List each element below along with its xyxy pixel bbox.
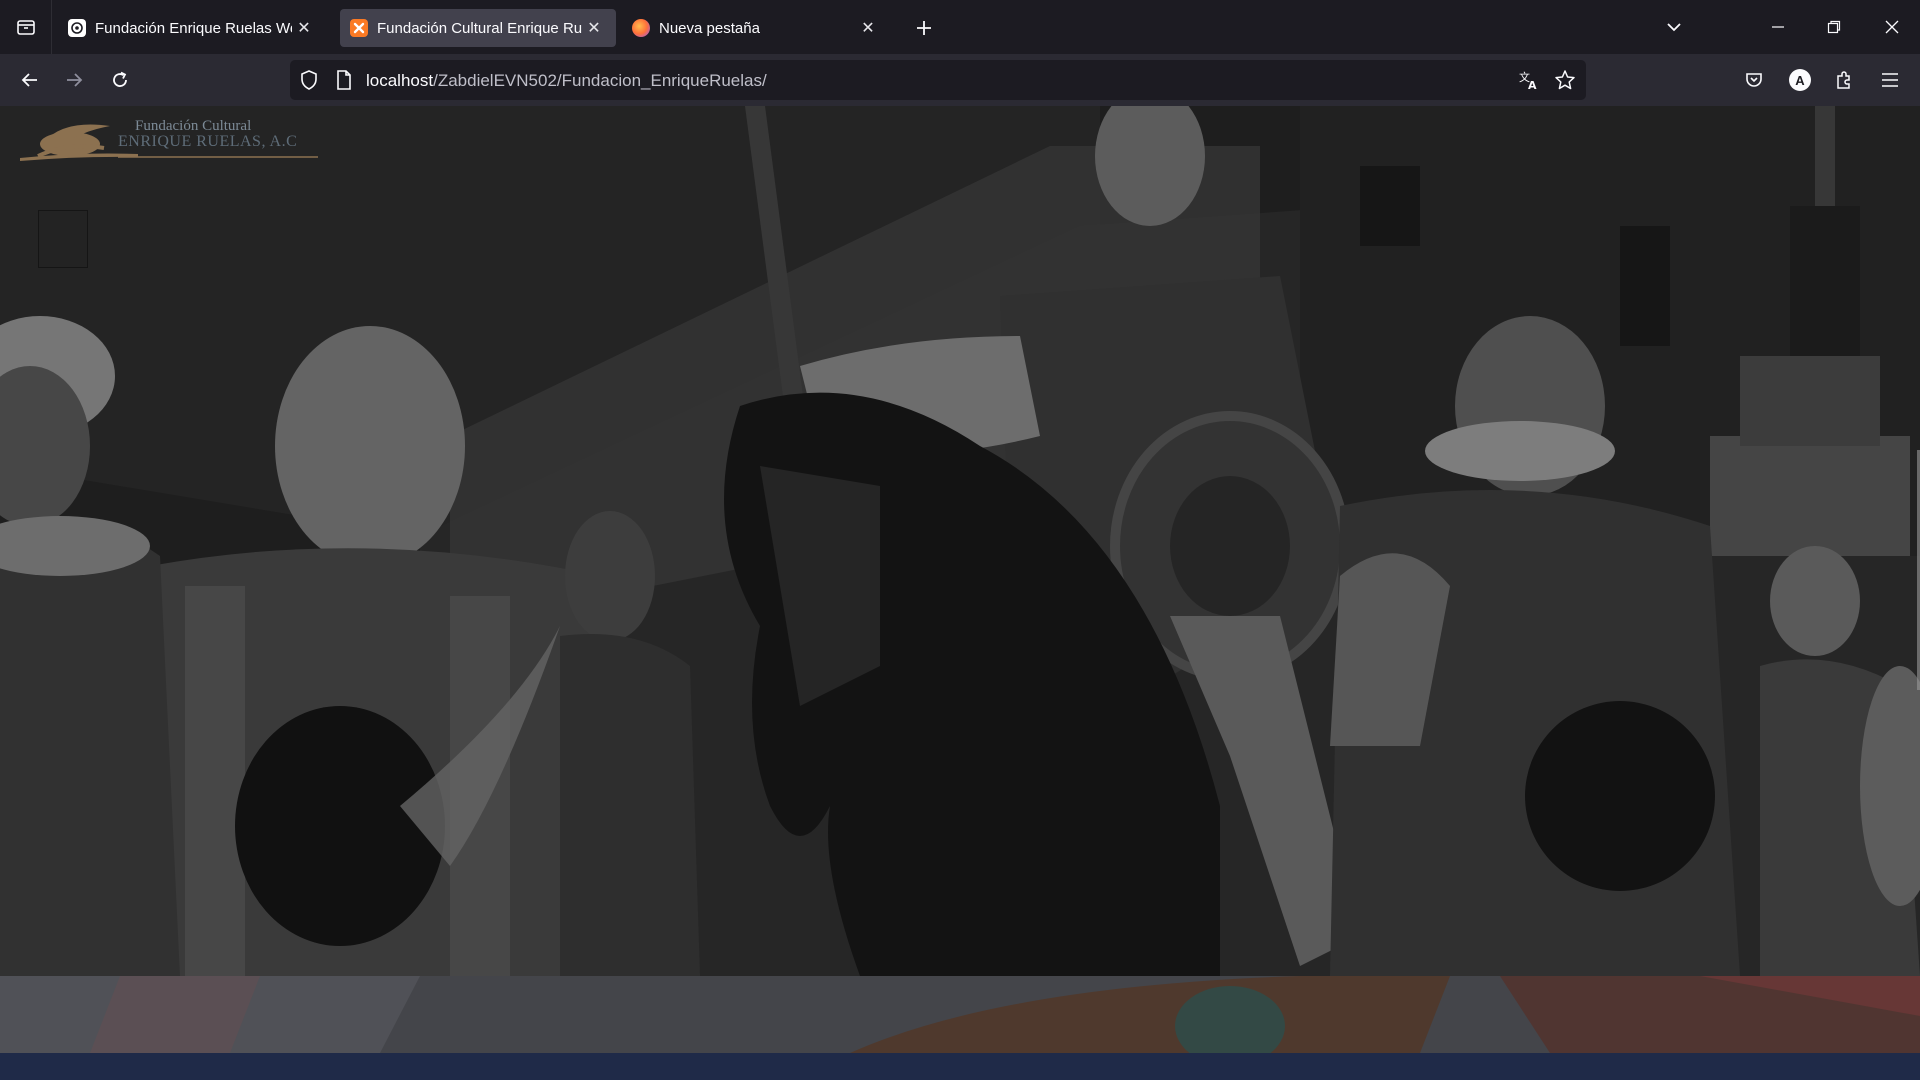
xampp-icon <box>350 19 368 37</box>
logo-underline <box>118 156 318 158</box>
shield-icon[interactable] <box>298 69 320 96</box>
navigation-toolbar: localhost/ZabdielEVN502/Fundacion_Enriqu… <box>0 54 1920 106</box>
hero-overlay <box>0 106 1920 976</box>
hero-banner: Fundación Cultural ENRIQUE RUELAS, A.C <box>0 106 1920 976</box>
app-menu-button[interactable] <box>1872 62 1908 98</box>
firefox-icon <box>632 19 650 37</box>
menu-bar-line <box>48 249 78 253</box>
url-path: /ZabdielEVN502/Fundacion_EnriqueRuelas/ <box>433 71 767 90</box>
extensions-button[interactable] <box>1826 62 1862 98</box>
arrow-right-icon <box>67 73 83 87</box>
svg-text:A: A <box>1528 79 1537 91</box>
url-host: localhost <box>366 71 434 90</box>
puzzle-icon <box>1837 71 1850 89</box>
close-window-button[interactable] <box>1864 0 1920 54</box>
close-tab-icon[interactable]: ✕ <box>582 16 606 40</box>
plus-icon <box>917 21 931 35</box>
close-icon <box>1885 20 1899 34</box>
section-bar <box>0 1053 1920 1080</box>
web-page: Fundación Cultural ENRIQUE RUELAS, A.C <box>0 106 1920 1080</box>
hamburger-icon[interactable] <box>38 210 88 268</box>
account-button[interactable]: A <box>1782 62 1818 98</box>
menu-bar-line <box>48 225 78 229</box>
tab-bar: Fundación Enrique Ruelas Web ✕ Fundación… <box>0 0 1920 54</box>
site-logo[interactable]: Fundación Cultural ENRIQUE RUELAS, A.C <box>18 112 318 174</box>
tab-title: Fundación Cultural Enrique Ruelas <box>377 19 582 37</box>
pocket-icon <box>1746 73 1762 87</box>
close-tab-icon[interactable]: ✕ <box>292 16 316 40</box>
tab-nueva-pestana[interactable]: Nueva pestaña ✕ <box>622 9 890 47</box>
reload-button[interactable] <box>102 62 138 98</box>
logo-line-2: ENRIQUE RUELAS, A.C <box>118 133 298 150</box>
minimize-icon <box>1772 26 1784 28</box>
mural-overlay <box>0 976 1920 1053</box>
back-button[interactable] <box>12 62 48 98</box>
forward-button[interactable] <box>56 62 92 98</box>
hamburger-menu-icon <box>1882 73 1898 87</box>
restore-icon <box>1827 20 1841 34</box>
list-all-tabs-button[interactable] <box>1646 0 1702 54</box>
mural-section <box>0 976 1920 1053</box>
page-info-icon[interactable] <box>334 69 354 96</box>
chatgpt-icon <box>68 19 86 37</box>
firefox-view-button[interactable] <box>0 0 52 54</box>
tab-fundacion-cultural[interactable]: Fundación Cultural Enrique Ruelas ✕ <box>340 9 616 47</box>
url-text[interactable]: localhost/ZabdielEVN502/Fundacion_Enriqu… <box>366 71 767 91</box>
chevron-down-icon <box>1667 23 1681 32</box>
arrow-left-icon <box>21 73 37 87</box>
tab-fundacion-web[interactable]: Fundación Enrique Ruelas Web ✕ <box>58 9 326 47</box>
tab-title: Fundación Enrique Ruelas Web <box>95 19 292 37</box>
menu-bar-line <box>48 237 78 241</box>
new-tab-button[interactable] <box>908 12 940 44</box>
pocket-button[interactable] <box>1736 62 1772 98</box>
close-tab-icon[interactable]: ✕ <box>856 16 880 40</box>
bookmark-star-icon[interactable] <box>1554 69 1576 96</box>
translate-icon[interactable]: 文A <box>1518 69 1540 96</box>
firefox-view-icon <box>16 20 35 35</box>
tab-title: Nueva pestaña <box>659 19 760 37</box>
reload-icon <box>113 71 127 87</box>
avatar: A <box>1789 69 1811 91</box>
minimize-button[interactable] <box>1750 0 1806 54</box>
url-bar[interactable]: localhost/ZabdielEVN502/Fundacion_Enriqu… <box>290 60 1586 100</box>
restore-button[interactable] <box>1806 0 1862 54</box>
